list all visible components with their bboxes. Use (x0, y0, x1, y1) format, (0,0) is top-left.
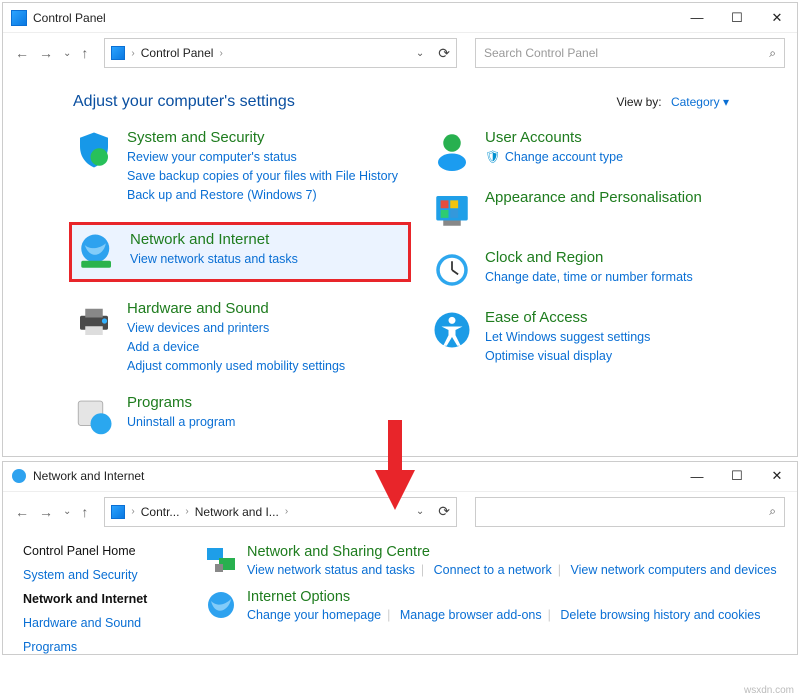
forward-button[interactable]: → (39, 45, 53, 61)
applet-title: Network and Sharing Centre (247, 544, 777, 560)
category-title: Appearance and Personalisation (485, 189, 702, 206)
chevron-right-icon: › (285, 506, 288, 517)
applet-link[interactable]: View network computers and devices (571, 563, 777, 577)
category-title: Clock and Region (485, 249, 693, 266)
person-icon (431, 129, 473, 171)
search-input[interactable]: Search Control Panel ⌕ (475, 38, 785, 68)
category-appearance[interactable]: Appearance and Personalisation (431, 189, 769, 231)
viewby-dropdown[interactable]: Category ▾ (671, 95, 729, 109)
accessibility-icon (431, 309, 473, 351)
category-link[interactable]: 🛡Change account type (485, 148, 623, 167)
nav-item[interactable]: System and Security (23, 568, 193, 582)
search-placeholder: Search Control Panel (484, 46, 769, 60)
recent-dropdown[interactable]: ⌄ (63, 48, 71, 59)
search-input[interactable]: ⌕ (475, 497, 785, 527)
category-system-security[interactable]: System and Security Review your computer… (73, 129, 411, 204)
category-hardware-sound[interactable]: Hardware and Sound View devices and prin… (73, 300, 411, 375)
category-link[interactable]: View network status and tasks (130, 250, 298, 269)
applet-link[interactable]: Change your homepage (247, 608, 381, 622)
back-button[interactable]: ← (15, 504, 29, 520)
programs-icon (73, 394, 115, 436)
category-link[interactable]: Uninstall a program (127, 413, 235, 432)
refresh-button[interactable]: ⟳ (438, 45, 450, 62)
side-nav: Control Panel Home System and Security N… (23, 544, 193, 654)
address-bar[interactable]: › Control Panel › ⌄ ⟳ (104, 38, 457, 68)
up-button[interactable]: ↑ (81, 504, 88, 520)
category-ease-of-access[interactable]: Ease of Access Let Windows suggest setti… (431, 309, 769, 366)
minimize-button[interactable]: — (677, 461, 717, 491)
category-link[interactable]: Save backup copies of your files with Fi… (127, 167, 398, 186)
chevron-right-icon: › (185, 506, 188, 517)
category-user-accounts[interactable]: User Accounts 🛡Change account type (431, 129, 769, 171)
applet-link[interactable]: Manage browser add-ons (400, 608, 542, 622)
up-button[interactable]: ↑ (81, 45, 88, 61)
category-link[interactable]: Review your computer's status (127, 148, 398, 167)
category-title: User Accounts (485, 129, 623, 146)
forward-button[interactable]: → (39, 504, 53, 520)
network-sharing-icon (205, 544, 237, 576)
nav-item-current[interactable]: Network and Internet (23, 592, 193, 606)
control-panel-icon (111, 46, 125, 60)
maximize-button[interactable]: ☐ (717, 3, 757, 33)
category-title: Hardware and Sound (127, 300, 345, 317)
category-link[interactable]: Change date, time or number formats (485, 268, 693, 287)
control-panel-icon (111, 505, 125, 519)
close-button[interactable]: ✕ (757, 3, 797, 33)
printer-icon (73, 300, 115, 342)
globe-icon (11, 468, 27, 484)
category-programs[interactable]: Programs Uninstall a program (73, 394, 411, 436)
nav-item[interactable]: Programs (23, 640, 193, 654)
maximize-button[interactable]: ☐ (717, 461, 757, 491)
internet-options-icon (205, 589, 237, 621)
nav-item[interactable]: Hardware and Sound (23, 616, 193, 630)
category-title: Network and Internet (130, 231, 298, 248)
control-panel-icon (11, 10, 27, 26)
category-link[interactable]: Adjust commonly used mobility settings (127, 357, 345, 376)
viewby-label: View by: Category ▾ (616, 95, 729, 109)
applet-network-sharing[interactable]: Network and Sharing Centre View network … (205, 544, 777, 577)
close-button[interactable]: ✕ (757, 461, 797, 491)
shield-icon (73, 129, 115, 171)
window-title: Control Panel (33, 11, 106, 25)
watermark: wsxdn.com (744, 685, 794, 696)
category-title: System and Security (127, 129, 398, 146)
refresh-button[interactable]: ⟳ (438, 503, 450, 520)
nav-home[interactable]: Control Panel Home (23, 544, 193, 558)
viewby-text: View by: (616, 95, 661, 109)
applet-title: Internet Options (247, 589, 760, 605)
address-dropdown[interactable]: ⌄ (416, 48, 424, 59)
applet-link[interactable]: Delete browsing history and cookies (560, 608, 760, 622)
breadcrumb[interactable]: Contr... (141, 505, 180, 519)
category-link[interactable]: View devices and printers (127, 319, 345, 338)
page-heading: Adjust your computer's settings (73, 93, 295, 111)
annotation-arrow-icon (370, 420, 420, 510)
breadcrumb[interactable]: Network and I... (195, 505, 279, 519)
clock-icon (431, 249, 473, 291)
back-button[interactable]: ← (15, 45, 29, 61)
category-network-internet[interactable]: Network and Internet View network status… (69, 222, 411, 282)
category-title: Ease of Access (485, 309, 650, 326)
search-icon: ⌕ (769, 46, 776, 61)
applet-internet-options[interactable]: Internet Options Change your homepage| M… (205, 589, 777, 622)
window-title: Network and Internet (33, 469, 144, 483)
chevron-right-icon: › (131, 48, 134, 59)
applet-link[interactable]: Connect to a network (434, 563, 552, 577)
minimize-button[interactable]: — (677, 3, 717, 33)
chevron-right-icon: › (131, 506, 134, 517)
category-title: Programs (127, 394, 235, 411)
category-link[interactable]: Back up and Restore (Windows 7) (127, 186, 398, 205)
category-link[interactable]: Let Windows suggest settings (485, 328, 650, 347)
applet-link[interactable]: View network status and tasks (247, 563, 415, 577)
recent-dropdown[interactable]: ⌄ (63, 506, 71, 517)
appearance-icon (431, 189, 473, 231)
globe-icon (76, 231, 118, 273)
chevron-right-icon: › (219, 48, 222, 59)
breadcrumb[interactable]: Control Panel (141, 46, 214, 60)
category-link[interactable]: Add a device (127, 338, 345, 357)
category-link[interactable]: Optimise visual display (485, 347, 650, 366)
category-clock-region[interactable]: Clock and Region Change date, time or nu… (431, 249, 769, 291)
search-icon: ⌕ (769, 504, 776, 519)
